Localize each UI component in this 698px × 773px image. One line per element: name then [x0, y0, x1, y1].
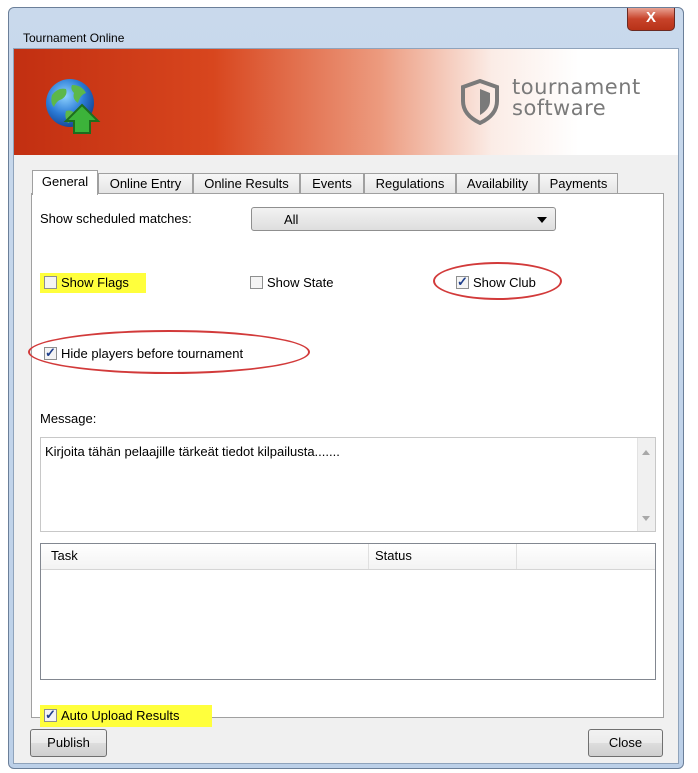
scheduled-matches-label: Show scheduled matches:: [40, 211, 192, 226]
tab-events[interactable]: Events: [300, 173, 364, 194]
message-text: Kirjoita tähän pelaajille tärkeät tiedot…: [45, 444, 340, 459]
tab-general[interactable]: General: [32, 170, 98, 195]
scroll-up-icon[interactable]: [642, 450, 650, 455]
tab-payments[interactable]: Payments: [539, 173, 618, 194]
column-header-status[interactable]: Status: [369, 544, 517, 569]
globe-upload-icon: [42, 77, 102, 137]
scroll-down-icon[interactable]: [642, 516, 650, 521]
shield-logo-icon: [461, 79, 499, 125]
show-club-checkbox[interactable]: [456, 274, 469, 290]
show-state-label: Show State: [267, 275, 334, 290]
message-label: Message:: [40, 411, 97, 426]
message-scrollbar[interactable]: [637, 438, 655, 531]
tab-online-results[interactable]: Online Results: [193, 173, 300, 194]
auto-upload-checkbox[interactable]: [44, 707, 57, 723]
header-banner: tournament software: [14, 49, 678, 155]
show-flags-label: Show Flags: [61, 275, 129, 290]
show-flags-checkbox[interactable]: [44, 276, 57, 289]
tournament-software-logo: tournament software: [460, 77, 676, 129]
general-tab-panel: Show scheduled matches: All Show Flags S…: [28, 193, 664, 727]
task-list-header: Task Status: [41, 544, 655, 570]
show-state-checkbox[interactable]: [250, 276, 263, 289]
chevron-down-icon: [537, 217, 547, 223]
tournament-online-window: Tournament Online X tournament software …: [8, 7, 684, 769]
window-title: Tournament Online: [23, 31, 125, 45]
task-list[interactable]: Task Status: [40, 543, 656, 680]
tab-availability[interactable]: Availability: [456, 173, 539, 194]
dialog-client: tournament software General Online Entry…: [13, 48, 679, 764]
column-header-task[interactable]: Task: [41, 544, 369, 569]
auto-upload-label: Auto Upload Results: [61, 708, 180, 723]
title-bar[interactable]: Tournament Online X: [9, 8, 683, 48]
logo-line-2: software: [512, 96, 607, 120]
hide-players-label: Hide players before tournament: [61, 346, 244, 361]
tab-online-entry[interactable]: Online Entry: [98, 173, 193, 194]
tab-regulations[interactable]: Regulations: [364, 173, 456, 194]
publish-button[interactable]: Publish: [30, 729, 107, 757]
close-button[interactable]: Close: [588, 729, 663, 757]
hide-players-checkbox[interactable]: [44, 345, 57, 361]
window-close-button[interactable]: X: [627, 8, 675, 31]
scheduled-matches-dropdown[interactable]: All: [251, 207, 556, 231]
show-club-label: Show Club: [473, 275, 536, 290]
scheduled-matches-value: All: [284, 212, 299, 227]
message-textarea[interactable]: Kirjoita tähän pelaajille tärkeät tiedot…: [40, 437, 656, 532]
logo-line-1: tournament: [512, 75, 641, 99]
